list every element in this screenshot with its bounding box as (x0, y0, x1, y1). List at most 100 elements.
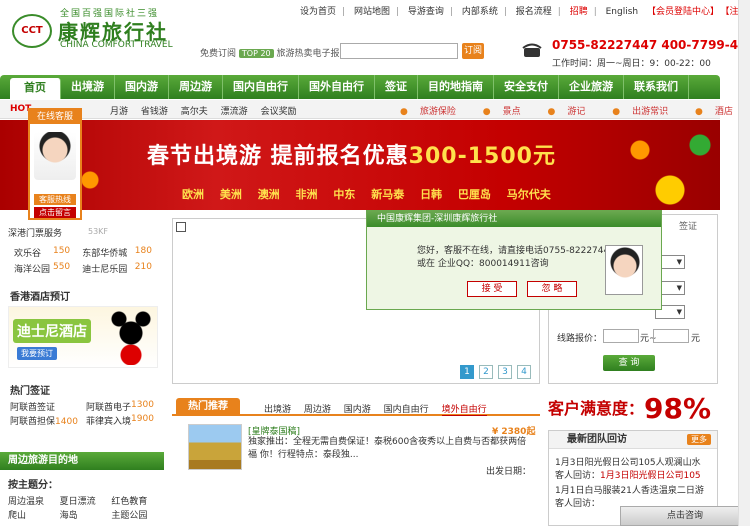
subnav-link[interactable]: 漂流游 (221, 107, 248, 117)
promo-banner[interactable]: 春节出境游 提前报名优惠300-1500元 欧洲 美洲 澳洲 非洲 中东 新马泰… (0, 120, 720, 210)
consult-button[interactable]: 点击咨询 (620, 506, 750, 526)
tab-overseas-free[interactable]: 境外自由行 (441, 405, 487, 416)
tab-domestic[interactable]: 国内游 (344, 405, 371, 415)
top-link[interactable]: 内部系统 (462, 7, 498, 17)
satisfaction-rate: 客户满意度：98% (548, 392, 711, 425)
price-label: 线路报价： (557, 334, 603, 344)
around-link[interactable]: 爬山 (8, 508, 60, 522)
tab-outbound[interactable]: 出境游 (264, 405, 291, 415)
main-nav: 首页 出境游 国内游 周边游 国内自由行 国外自由行 签证 目的地指南 安全支付… (0, 75, 720, 99)
subnav-link[interactable]: 会议奖励 (261, 107, 297, 117)
top-links: 设为首页 | 网站地图 | 导游查询 | 内部系统 | 报名流程 | 招聘 | Englis… (300, 4, 750, 17)
subnav-link-tips[interactable]: ● 出游常识 (612, 107, 680, 117)
hotline-button[interactable]: 客服热线 (34, 194, 76, 205)
more-button[interactable]: 更多 (687, 434, 711, 445)
subscribe-label: 免费订阅 (200, 49, 237, 59)
around-link[interactable]: 红色教育 (111, 494, 163, 508)
disney-hotel-ad[interactable]: 迪士尼酒店 我要预订 (8, 306, 158, 368)
online-service-widget[interactable]: 在线客服 客服热线 点击留言 (28, 108, 82, 220)
leave-message-button[interactable]: 点击留言 (34, 207, 76, 218)
member-login-link[interactable]: 【会员登陆中心】 (647, 7, 719, 17)
banner-destination: 欧洲 (182, 188, 204, 201)
product-card[interactable]: [皇牌泰国稿] ¥ 2380起 独家推出：全程无需自费保证！泰税600含夜秀以上… (186, 424, 536, 484)
phone-numbers: 0755-82227447 400-7799-488 (552, 38, 750, 52)
top-link[interactable]: 报名流程 (516, 7, 552, 17)
parks-list: 欢乐谷 150 东部华侨城 180 海洋公园 550 迪士尼乐园 210 (14, 246, 164, 278)
hot-tabs: 热门推荐 出境游 周边游 国内游 国内自由行 境外自由行 (172, 396, 540, 416)
visa-link[interactable]: 阿联酋担保1400 (10, 414, 86, 428)
subnav-left: 月游 省钱游 高尔夫 漂流游 会议奖励 (110, 104, 307, 117)
top-link[interactable]: 网站地图 (354, 7, 390, 17)
nav-overseas-free[interactable]: 国外自由行 (299, 75, 375, 99)
page-button[interactable]: 2 (479, 365, 493, 379)
nav-home[interactable]: 首页 (10, 78, 61, 99)
visa-link[interactable]: 菲律宾入境 (86, 414, 131, 428)
nav-outbound[interactable]: 出境游 (61, 75, 115, 99)
price-max-input[interactable] (653, 329, 689, 343)
around-title: 周边旅游目的地 (0, 452, 164, 470)
nav-corporate[interactable]: 企业旅游 (559, 75, 624, 99)
subnav-link-insurance[interactable]: ● 旅游保险 (400, 107, 468, 117)
nav-contact[interactable]: 联系我们 (624, 75, 689, 99)
temple-image[interactable] (188, 424, 242, 470)
list-item: 欢乐谷 150 东部华侨城 180 (14, 246, 164, 262)
around-link[interactable]: 周边温泉 (8, 494, 60, 508)
subscribe-button[interactable]: 订阅 (462, 43, 484, 59)
list-item: 爬山 海岛 主题公园 (8, 508, 163, 522)
news-list: 1月3日阳光假日公司105人观澜山水 客人回访：1月3日阳光假日公司105 1月… (555, 457, 715, 513)
nav-visa[interactable]: 签证 (375, 75, 418, 99)
price-min-input[interactable] (603, 329, 639, 343)
park-name[interactable]: 迪士尼乐园 (82, 262, 135, 278)
list-item[interactable]: 1月3日阳光假日公司105人观澜山水 客人回访：1月3日阳光假日公司105 (555, 457, 715, 483)
book-button[interactable]: 我要预订 (17, 347, 57, 360)
departure-date-label: 出发日期： (486, 467, 532, 477)
park-name[interactable]: 欢乐谷 (14, 246, 53, 262)
accept-button[interactable]: 接 受 (467, 281, 517, 297)
subscribe-email-input[interactable] (340, 43, 458, 59)
page-button[interactable]: 1 (460, 365, 474, 379)
list-item: 海洋公园 550 迪士尼乐园 210 (14, 262, 164, 278)
jobs-link[interactable]: 招聘 (570, 7, 588, 17)
tab-nearby[interactable]: 周边游 (304, 405, 331, 415)
nav-guide[interactable]: 目的地指南 (418, 75, 494, 99)
park-price: 210 (134, 262, 152, 272)
around-link[interactable]: 海岛 (60, 508, 112, 522)
top-link[interactable]: 导游查询 (408, 7, 444, 17)
nav-payment[interactable]: 安全支付 (494, 75, 559, 99)
subnav-link[interactable]: 高尔夫 (181, 107, 208, 117)
around-link[interactable]: 夏日漂流 (60, 494, 112, 508)
slide-pager: 1 2 3 4 (455, 365, 531, 379)
tab-visa[interactable]: 签证 (679, 219, 697, 232)
agent-avatar (605, 245, 643, 295)
brand-english: CHINA COMFORT TRAVEL (60, 40, 173, 50)
nav-domestic-free[interactable]: 国内自由行 (223, 75, 299, 99)
park-name[interactable]: 东部华侨城 (82, 246, 135, 262)
sub-nav: HOT 月游 省钱游 高尔夫 漂流游 会议奖励 ● 旅游保险 ● 景点 ● 游记 ● 出… (0, 100, 733, 119)
top-link[interactable]: 设为首页 (300, 7, 336, 17)
nav-domestic[interactable]: 国内游 (115, 75, 169, 99)
around-link[interactable]: 主题公园 (111, 508, 163, 522)
english-link[interactable]: English (606, 7, 639, 17)
broken-image-icon (176, 222, 186, 232)
list-item: 阿联酋签证 阿联酋电子 1300 (10, 400, 165, 414)
tab-hot[interactable]: 热门推荐 (176, 398, 240, 416)
banner-title: 春节出境游 提前报名优惠300-1500元 (147, 144, 556, 169)
visa-link[interactable]: 阿联酋电子 (86, 400, 131, 414)
page-button[interactable]: 4 (517, 365, 531, 379)
visa-link[interactable]: 阿联酋签证 (10, 400, 86, 414)
work-hours: 工作时间：周一~周日：9：00-22：00 (552, 59, 711, 69)
park-name[interactable]: 海洋公园 (14, 262, 53, 278)
subnav-link-sights[interactable]: ● 景点 (483, 107, 533, 117)
subnav-link-travelogue[interactable]: ● 游记 (548, 107, 598, 117)
tab-domestic-free[interactable]: 国内自由行 (384, 405, 429, 415)
product-description: 独家推出：全程无需自费保证！泰税600含夜秀以上自费与否都获两倍福 你！行程特点… (248, 437, 527, 460)
search-button[interactable]: 查 询 (603, 355, 655, 371)
subnav-link[interactable]: 省钱游 (141, 107, 168, 117)
logo-icon[interactable]: CCT (12, 14, 52, 48)
page-button[interactable]: 3 (498, 365, 512, 379)
popup-message: 您好，客服不在线，请直接电话0755-82227447或在 企业QQ：80001… (417, 246, 615, 269)
ignore-button[interactable]: 忽 略 (527, 281, 577, 297)
vertical-scrollbar[interactable] (738, 0, 750, 526)
subnav-link[interactable]: 月游 (110, 107, 128, 117)
nav-nearby[interactable]: 周边游 (169, 75, 223, 99)
